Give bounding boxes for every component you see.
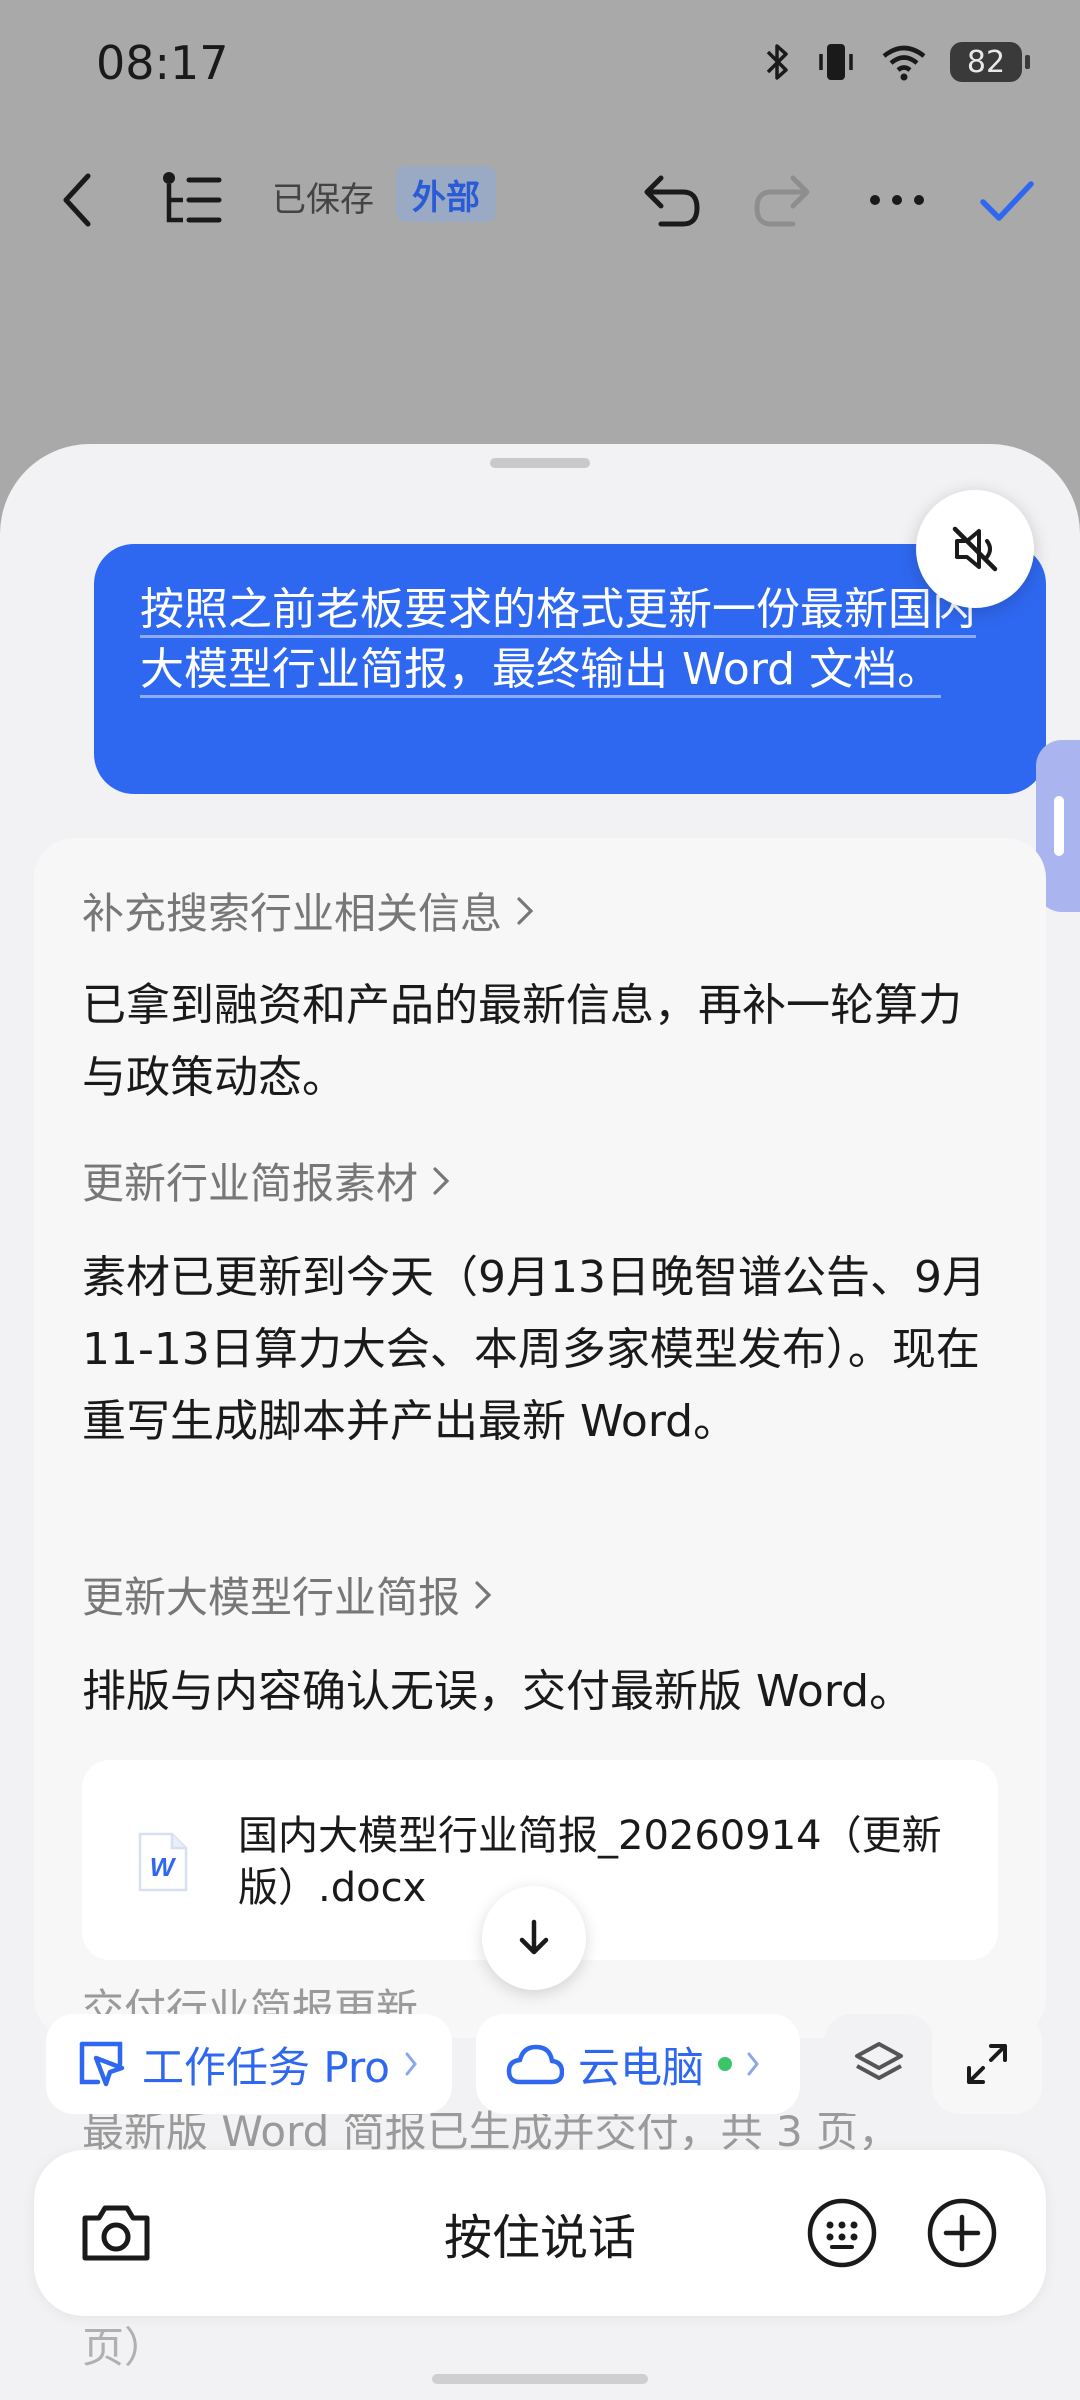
back-button[interactable] [48,150,108,250]
step-title-search[interactable]: 补充搜索行业相关信息 [82,880,534,941]
keyboard-icon [807,2198,877,2268]
status-icons: 82 [762,40,1030,84]
cloud-pc-chip[interactable]: 云电脑 [476,2014,800,2114]
more-button[interactable] [862,150,932,250]
arrow-down-icon [519,1919,549,1955]
step-body-deliver-tail: 页） [82,2323,167,2372]
expand-button[interactable] [932,2014,1042,2114]
step-body-report: 排版与内容确认无误，交付最新版 Word。 [82,1666,914,1717]
status-time: 08:17 [96,36,229,90]
step-title-materials[interactable]: 更新行业简报素材 [82,1150,450,1211]
battery-indicator: 82 [950,42,1030,82]
vibrate-icon [819,44,853,80]
task-pointer-icon [79,2041,125,2087]
hold-to-talk-button[interactable]: 按住说话 [34,2150,1046,2316]
online-status-dot [718,2057,733,2071]
user-message-text: 按照之前老板要求的格式更新一份最新国内大模型行业简报，最终输出 Word 文档。 [140,584,976,698]
layers-chip[interactable] [824,2014,934,2114]
chevron-right-icon [475,1580,492,1609]
checkmark-icon [980,181,1034,221]
mute-button[interactable] [916,490,1034,608]
add-button[interactable] [922,2193,1002,2273]
file-name: 国内大模型行业简报_20260914（更新版）.docx [238,1813,942,1911]
home-indicator[interactable] [432,2374,648,2384]
keyboard-button[interactable] [802,2193,882,2273]
step-body-materials: 素材已更新到今天（9月13日晚智谱公告、9月11-13日算力大会、本周多家模型发… [82,1252,986,1447]
plus-circle-icon [927,2198,997,2268]
confirm-button[interactable] [972,150,1042,250]
editor-toolbar [0,150,1080,250]
outline-button[interactable] [156,150,226,250]
step-title-report[interactable]: 更新大模型行业简报 [82,1564,492,1625]
external-badge: 外部 [396,166,496,222]
undo-icon [644,175,700,227]
redo-button[interactable] [748,150,818,250]
redo-icon [754,175,810,227]
speaker-muted-icon [952,526,998,572]
bluetooth-icon [766,44,788,80]
more-icon [870,195,924,205]
chevron-right-icon [433,1166,450,1195]
chevron-right-icon [747,2052,759,2076]
chevron-left-icon [63,173,91,227]
camera-button[interactable] [76,2193,156,2273]
word-document-icon: W [138,1832,188,1892]
chevron-right-icon [517,896,534,925]
cloud-icon [506,2044,564,2085]
status-bar: 08:17 82 [0,0,1080,130]
work-task-pro-chip[interactable]: 工作任务 Pro [46,2014,452,2114]
user-message-bubble: 按照之前老板要求的格式更新一份最新国内大模型行业简报，最终输出 Word 文档。 [94,544,1046,794]
saved-status: 已保存 [272,180,374,220]
outline-icon [163,172,222,223]
undo-button[interactable] [636,150,706,250]
chevron-right-icon [405,2052,417,2076]
layers-icon [855,2042,903,2080]
scroll-to-bottom-button[interactable] [482,1886,586,1990]
svg-text:W: W [150,1852,177,1882]
camera-icon [82,2205,150,2261]
expand-icon [967,2044,1007,2084]
voice-input-bar: 按住说话 [34,2150,1046,2316]
step-body-search: 已拿到融资和产品的最新信息，再补一轮算力与政策动态。 [82,980,962,1103]
sheet-drag-handle[interactable] [490,458,590,468]
wifi-icon [882,45,926,81]
